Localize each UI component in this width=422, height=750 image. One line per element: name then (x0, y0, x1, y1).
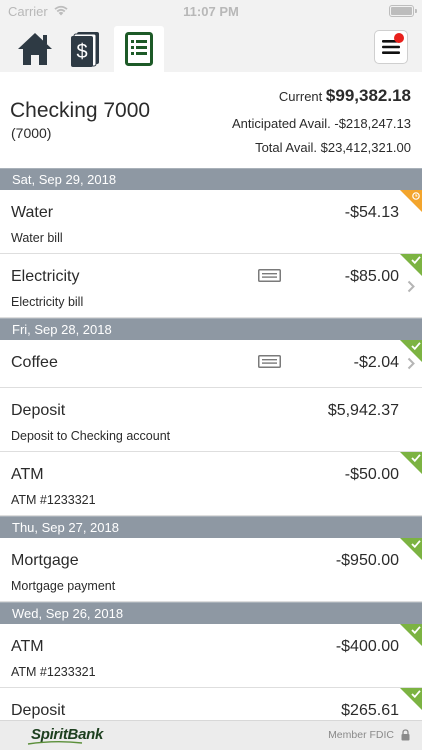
money-icon: $ (71, 32, 99, 67)
checkmark-icon (411, 690, 421, 699)
date-header: Sat, Sep 29, 2018 (0, 168, 422, 190)
date-header: Thu, Sep 27, 2018 (0, 516, 422, 538)
menu-button[interactable] (374, 30, 408, 64)
transaction-amount: -$400.00 (335, 638, 399, 655)
transaction-title: Water (11, 204, 54, 221)
anticipated-balance-amount: -$218,247.13 (334, 116, 411, 131)
current-balance-amount: $99,382.18 (325, 86, 411, 105)
transaction-description: ATM #1233321 (11, 665, 96, 679)
total-balance-amount: $23,412,321.00 (320, 140, 411, 155)
transaction-amount: -$2.04 (353, 354, 399, 371)
transaction-title: Deposit (11, 402, 66, 419)
checkmark-icon (411, 540, 421, 549)
member-fdic-label: Member FDIC (328, 729, 394, 741)
current-balance: Current $99,382.18 (279, 86, 411, 106)
transaction-description: Electricity bill (11, 295, 84, 309)
transaction-row[interactable]: ATM ATM #1233321 -$50.00 (0, 452, 422, 516)
transaction-title: Electricity (11, 268, 80, 285)
checkmark-icon (411, 454, 421, 463)
transaction-title: ATM (11, 466, 44, 483)
svg-text:$: $ (76, 41, 87, 63)
lock-icon (401, 729, 410, 741)
transaction-amount: -$50.00 (344, 466, 399, 483)
tab-money[interactable]: $ (63, 26, 109, 72)
transaction-row[interactable]: Deposit $265.61 (0, 688, 422, 720)
receipt-icon[interactable] (258, 269, 281, 282)
spiritbank-logo: SpiritBank (27, 726, 103, 745)
transaction-row[interactable]: Mortgage Mortgage payment -$950.00 (0, 538, 422, 602)
transaction-amount: $5,942.37 (327, 402, 399, 419)
receipt-icon[interactable] (258, 355, 281, 368)
anticipated-balance: Anticipated Avail. -$218,247.13 (232, 116, 411, 131)
status-time: 11:07 PM (183, 4, 239, 19)
checkmark-icon (411, 342, 421, 351)
top-nav-bar: $ (0, 22, 422, 72)
notification-badge (394, 33, 404, 43)
logo-swoosh-icon (27, 741, 83, 745)
battery-icon (389, 5, 417, 17)
transaction-list[interactable]: Sat, Sep 29, 2018 Water Water bill -$54.… (0, 168, 422, 720)
date-header: Wed, Sep 26, 2018 (0, 602, 422, 624)
transaction-row[interactable]: ATM ATM #1233321 -$400.00 (0, 624, 422, 688)
total-balance: Total Avail. $23,412,321.00 (255, 140, 411, 155)
status-bar: Carrier 11:07 PM (0, 0, 422, 22)
transaction-description: Mortgage payment (11, 579, 116, 593)
current-balance-label: Current (278, 89, 323, 104)
transaction-description: Water bill (11, 231, 63, 245)
transaction-row[interactable]: Deposit Deposit to Checking account $5,9… (0, 388, 422, 452)
transaction-description: Deposit to Checking account (11, 429, 171, 443)
transaction-title: Coffee (11, 354, 58, 371)
checkmark-icon (411, 626, 421, 635)
total-balance-label: Total Avail. (255, 140, 317, 155)
anticipated-balance-label: Anticipated Avail. (231, 116, 331, 131)
transaction-amount: $265.61 (341, 702, 399, 719)
account-number: (7000) (11, 125, 52, 141)
transaction-row[interactable]: Electricity Electricity bill -$85.00 (0, 254, 422, 318)
clock-icon (412, 192, 420, 200)
transaction-title: Deposit (11, 702, 66, 719)
transaction-title: Mortgage (11, 552, 79, 569)
transaction-title: ATM (11, 638, 44, 655)
footer: SpiritBank Member FDIC (0, 720, 422, 750)
transaction-row[interactable]: Water Water bill -$54.13 (0, 190, 422, 254)
account-summary: Checking 7000 (7000) Current $99,382.18 … (0, 72, 422, 168)
home-icon (18, 33, 52, 65)
transaction-description: ATM #1233321 (11, 493, 96, 507)
chevron-right-icon (407, 280, 415, 293)
transaction-amount: -$54.13 (344, 204, 399, 221)
transaction-amount: -$85.00 (344, 268, 399, 285)
tab-home[interactable] (12, 26, 58, 72)
date-header: Fri, Sep 28, 2018 (0, 318, 422, 340)
statement-icon (125, 32, 153, 66)
tab-transactions[interactable] (114, 26, 164, 72)
account-name: Checking 7000 (10, 99, 151, 122)
transaction-row[interactable]: Coffee -$2.04 (0, 340, 422, 388)
transaction-amount: -$950.00 (335, 552, 399, 569)
checkmark-icon (411, 256, 421, 265)
